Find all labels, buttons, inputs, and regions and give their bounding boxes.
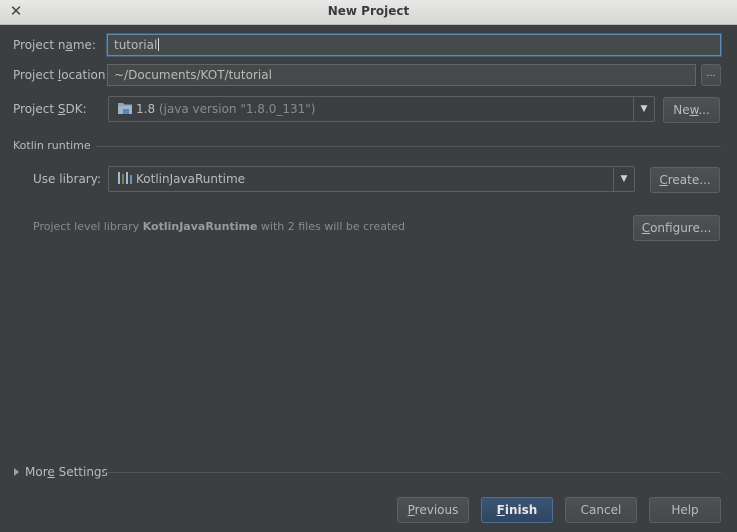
project-name-label: Project name: bbox=[13, 38, 96, 52]
triangle-right-icon bbox=[14, 468, 19, 476]
mnemonic: e bbox=[47, 465, 55, 479]
text-caret bbox=[158, 38, 160, 51]
button-text: onfigure... bbox=[650, 221, 712, 235]
window-title: New Project bbox=[327, 4, 410, 18]
project-location-label: Project location: bbox=[13, 68, 110, 82]
label-text: ocation: bbox=[61, 68, 110, 82]
mnemonic: a bbox=[65, 38, 73, 52]
library-select[interactable]: KotlinJavaRuntime ▼ bbox=[108, 166, 635, 192]
mnemonic: F bbox=[496, 503, 505, 517]
mnemonic: C bbox=[641, 221, 651, 235]
title-bar: ✕ New Project bbox=[0, 0, 737, 25]
new-project-dialog: ✕ New Project Project name: tutorial Pro… bbox=[0, 0, 737, 532]
chevron-down-icon[interactable]: ▼ bbox=[613, 167, 634, 191]
previous-button[interactable]: Previous bbox=[397, 497, 469, 523]
new-sdk-button[interactable]: New... bbox=[663, 97, 720, 123]
kotlin-runtime-heading: Kotlin runtime bbox=[13, 139, 91, 152]
note-text: with 2 files will be created bbox=[257, 220, 406, 233]
toggle-text: Settings bbox=[54, 465, 108, 479]
project-sdk-label: Project SDK: bbox=[13, 102, 87, 116]
button-text: revious bbox=[414, 503, 459, 517]
configure-button[interactable]: Configure... bbox=[633, 215, 720, 241]
label-text: Project n bbox=[13, 38, 66, 52]
chevron-down-icon[interactable]: ▼ bbox=[633, 97, 654, 121]
library-note: Project level library KotlinJavaRuntime … bbox=[33, 220, 405, 233]
button-text: reate... bbox=[667, 173, 711, 187]
project-sdk-select[interactable]: 1.8 (java version "1.8.0_131") ▼ bbox=[108, 96, 655, 122]
use-library-label: Use library: bbox=[33, 172, 102, 186]
label-text: Project bbox=[13, 102, 58, 116]
project-location-value: ~/Documents/KOT/tutorial bbox=[114, 68, 272, 82]
sdk-version: 1.8 bbox=[136, 102, 156, 116]
mnemonic: C bbox=[659, 173, 668, 187]
mnemonic: S bbox=[57, 102, 66, 116]
project-name-input[interactable]: tutorial bbox=[107, 34, 721, 56]
folder-icon bbox=[118, 103, 132, 114]
browse-label: ... bbox=[706, 68, 716, 79]
mnemonic: P bbox=[407, 503, 415, 517]
note-library-name: KotlinJavaRuntime bbox=[142, 220, 258, 233]
label-text: Project bbox=[13, 68, 58, 82]
button-text: inish bbox=[504, 503, 538, 517]
create-library-button[interactable]: Create... bbox=[650, 167, 720, 193]
sdk-detail: (java version "1.8.0_131") bbox=[158, 102, 316, 116]
button-text: ... bbox=[698, 103, 710, 117]
project-location-input[interactable]: ~/Documents/KOT/tutorial bbox=[107, 64, 696, 86]
note-text: Project level library bbox=[33, 220, 143, 233]
library-value: KotlinJavaRuntime bbox=[136, 172, 246, 186]
mnemonic: w bbox=[689, 103, 699, 117]
project-name-value: tutorial bbox=[114, 38, 158, 52]
library-icon bbox=[118, 172, 132, 184]
cancel-button[interactable]: Cancel bbox=[565, 497, 637, 523]
help-button[interactable]: Help bbox=[649, 497, 721, 523]
toggle-text: Mor bbox=[25, 465, 48, 479]
more-settings-toggle[interactable]: More Settings bbox=[14, 465, 108, 479]
section-divider bbox=[104, 472, 721, 473]
browse-location-button[interactable]: ... bbox=[701, 64, 721, 86]
label-text: me: bbox=[72, 38, 96, 52]
label-text: DK: bbox=[65, 102, 87, 116]
section-divider bbox=[96, 146, 721, 147]
button-text: Ne bbox=[673, 103, 690, 117]
finish-button[interactable]: Finish bbox=[481, 497, 553, 523]
